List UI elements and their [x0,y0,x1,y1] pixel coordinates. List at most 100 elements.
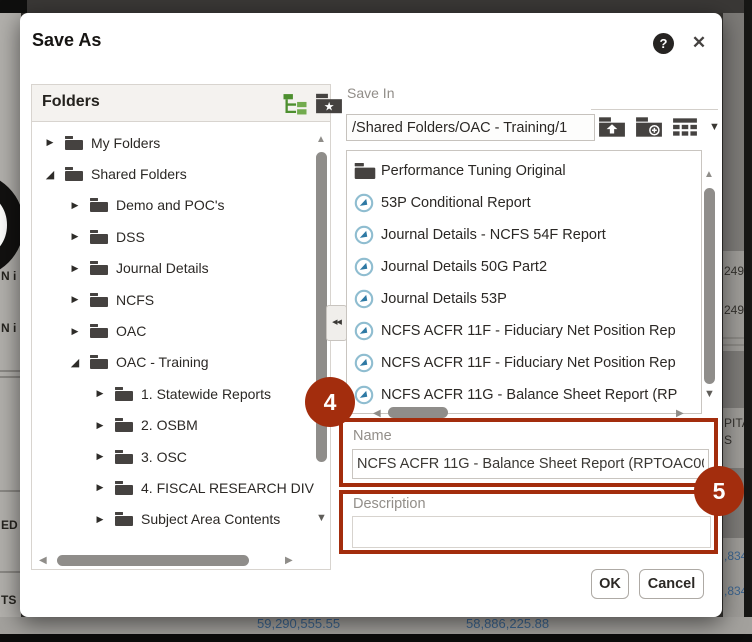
file-name: Journal Details - NCFS 54F Report [381,227,606,243]
expand-node-icon[interactable]: ▶ [69,326,81,337]
cancel-button[interactable]: Cancel [639,569,704,599]
background-text: N i [1,269,16,283]
folder-name: My Folders [91,135,160,151]
folder-icon [65,167,83,181]
background-top-strip [0,0,752,13]
folder-tree-item[interactable]: ▶ DSS [32,221,330,252]
file-list-item[interactable]: Journal Details 53P [354,283,684,315]
folder-name: 1. Statewide Reports [141,386,271,402]
folder-name: DSS [116,229,145,245]
file-list-item[interactable]: Performance Tuning Original [354,155,684,187]
vertical-scrollbar-thumb[interactable] [704,188,715,384]
folder-tree-item[interactable]: ◢ OAC - Training [32,347,330,378]
analysis-icon [354,289,376,309]
folder-icon [115,512,133,526]
folder-icon [115,481,133,495]
folder-tree-item[interactable]: ▶Subject Area Contents [32,504,330,535]
folder-tree-item[interactable]: ▶ Journal Details [32,253,330,284]
expand-node-icon[interactable]: ▶ [94,514,106,525]
expand-node-icon[interactable]: ▶ [94,451,106,462]
file-rows: Performance Tuning Original 53P Condition… [347,151,701,411]
expand-node-icon[interactable]: ▶ [69,231,81,242]
background-dark-edge [744,0,752,642]
folder-icon [115,387,133,401]
scroll-left-icon[interactable]: ◀ [39,555,47,566]
folder-tree-item[interactable]: ▶3. OSC [32,441,330,472]
folder-tree-item[interactable]: ▶OAC [32,315,330,346]
folder-name: Demo and POC's [116,197,225,213]
description-label: Description [353,496,426,512]
folder-tree-item[interactable]: ▶ Demo and POC's [32,190,330,221]
collapse-panel-button[interactable]: ◀◀ [326,305,347,341]
new-folder-icon[interactable] [635,116,663,138]
background-text: TS [1,593,16,607]
hierarchy-view-icon[interactable] [282,92,308,115]
background-rule [0,376,21,378]
folder-up-icon[interactable] [598,116,626,138]
favorites-folder-icon[interactable]: ★ [315,92,343,115]
file-list-item[interactable]: 53P Conditional Report [354,187,684,219]
expand-node-icon[interactable]: ▶ [94,420,106,431]
toolbar-divider [591,109,718,110]
background-text: 249 [724,303,744,317]
ok-button[interactable]: OK [591,569,629,599]
file-list-item[interactable]: Journal Details 50G Part2 [354,251,684,283]
file-list-item[interactable]: Journal Details - NCFS 54F Report [354,219,684,251]
name-input[interactable] [352,449,709,479]
scroll-right-icon[interactable]: ▶ [285,555,293,566]
file-list-item[interactable]: NCFS ACFR 11F - Fiduciary Net Position R… [354,315,684,347]
folder-icon [354,163,376,179]
close-icon[interactable]: ✕ [687,31,711,55]
help-icon[interactable]: ? [653,33,674,54]
name-section-highlight: Name [339,418,718,487]
folders-title: Folders [42,93,100,111]
save-in-path-input[interactable] [346,114,595,141]
file-list-item[interactable]: NCFS ACFR 11F - Fiduciary Net Position R… [354,347,684,379]
expand-node-icon[interactable]: ▶ [94,388,106,399]
folder-name: Journal Details [116,260,209,276]
expand-node-icon[interactable]: ▶ [69,294,81,305]
folder-tree-item[interactable]: ▶ NCFS [32,284,330,315]
scroll-down-icon[interactable]: ▼ [316,512,327,524]
file-name: NCFS ACFR 11F - Fiduciary Net Position R… [381,355,676,371]
background-rule [0,370,21,372]
folder-tree-item[interactable]: ▶ My Folders [32,127,330,158]
view-type-grid-icon[interactable] [672,116,700,138]
background-left-table-edge: LU N i N i ED TS [0,13,21,617]
background-text: S [724,433,732,447]
background-text: N i [1,321,16,335]
annotation-step-5: 5 [694,466,744,516]
folder-icon [115,418,133,432]
expand-node-icon[interactable]: ▶ [44,137,56,148]
collapse-node-icon[interactable]: ◢ [69,356,81,369]
file-name: Performance Tuning Original [381,163,566,179]
description-section-highlight: Description [339,490,718,554]
folder-name: OAC - Training [116,354,209,370]
folder-icon [90,293,108,307]
folder-tree-item[interactable]: ▶2. OSBM [32,410,330,441]
scroll-up-icon[interactable]: ▲ [316,134,326,145]
folder-name: NCFS [116,292,154,308]
folder-icon [90,355,108,369]
scroll-up-icon[interactable]: ▲ [704,169,714,180]
expand-node-icon[interactable]: ▶ [69,200,81,211]
folder-tree-item[interactable]: ▶ 1. Statewide Reports [32,378,330,409]
view-type-dropdown-icon[interactable]: ▼ [709,121,720,133]
file-name: Journal Details 53P [381,291,507,307]
horizontal-scrollbar-thumb[interactable] [57,555,249,566]
description-input[interactable] [352,516,711,548]
file-name: Journal Details 50G Part2 [381,259,547,275]
background-amount: 58,886,225.88 [466,616,549,631]
expand-node-icon[interactable]: ▶ [69,263,81,274]
background-amount: 59,290,555.55 [257,616,340,631]
horizontal-scrollbar-thumb[interactable] [388,407,448,418]
expand-node-icon[interactable]: ▶ [94,482,106,493]
svg-text:★: ★ [324,100,335,114]
folder-tree-item[interactable]: ▶4. FISCAL RESEARCH DIV [32,472,330,503]
folder-tree-item[interactable]: ◢Shared Folders [32,158,330,189]
annotation-step-4: 4 [305,377,355,427]
analysis-icon [354,353,376,373]
scroll-down-icon[interactable]: ▼ [704,388,715,400]
collapse-node-icon[interactable]: ◢ [44,168,56,181]
analysis-icon [354,321,376,341]
